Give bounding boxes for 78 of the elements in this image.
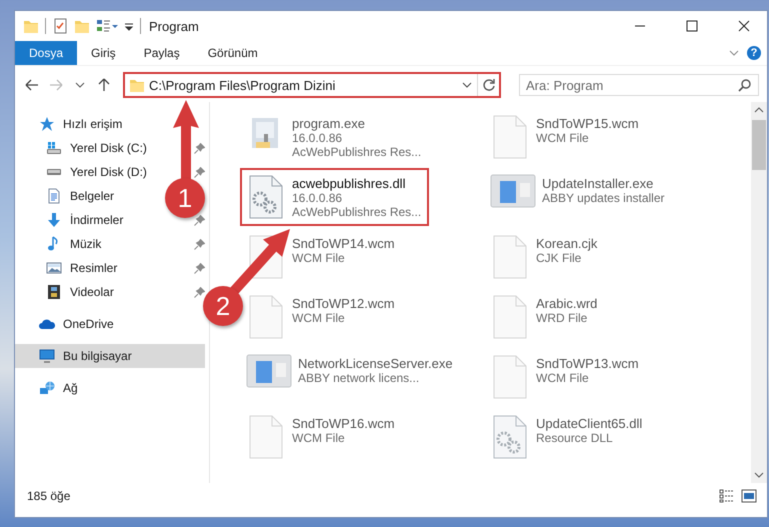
properties-icon[interactable] xyxy=(96,18,118,34)
ribbon-tab[interactable]: Paylaş xyxy=(130,41,194,65)
ribbon-tab[interactable]: Giriş xyxy=(77,41,130,65)
file-name[interactable]: SndToWP14.wcm xyxy=(292,236,395,251)
sidebar-item[interactable]: Hızlı erişim xyxy=(15,112,128,136)
file-detail: 16.0.0.86 xyxy=(292,191,344,205)
file-detail: WCM File xyxy=(536,371,590,385)
file-name[interactable]: program.exe xyxy=(292,116,422,131)
file-name[interactable]: UpdateInstaller.exe xyxy=(542,176,665,191)
document-icon xyxy=(46,188,62,204)
sidebar-item[interactable]: Ağ xyxy=(15,376,84,400)
file-detail: AcWebPublishres Res... xyxy=(292,145,422,159)
drive-icon xyxy=(46,140,62,156)
file-detail: WCM File xyxy=(536,131,590,145)
sidebar-item[interactable]: Belgeler xyxy=(15,184,120,208)
close-icon xyxy=(738,20,750,32)
sidebar-item[interactable]: Videolar xyxy=(15,280,120,304)
caret-icon[interactable] xyxy=(461,80,473,90)
file-name[interactable]: SndToWP12.wcm xyxy=(292,296,395,311)
address-bar[interactable]: C:\Program Files\Program Dizini xyxy=(123,72,501,98)
sidebar-item[interactable]: İndirmeler xyxy=(15,208,130,232)
help-button[interactable]: ? xyxy=(747,46,761,60)
file-name[interactable]: SndToWP16.wcm xyxy=(292,416,395,431)
file-detail: WRD File xyxy=(536,311,588,325)
file-detail: Resource DLL xyxy=(536,431,614,445)
file-name[interactable]: NetworkLicenseServer.exe xyxy=(298,356,453,371)
file-detail: ABBY updates installer xyxy=(542,191,665,205)
sidebar-item[interactable]: Bu bilgisayar xyxy=(15,344,205,368)
file-name[interactable]: Korean.cjk xyxy=(536,236,598,251)
back-arrow-icon xyxy=(24,77,40,93)
search-icon[interactable] xyxy=(738,78,752,92)
file-detail: 16.0.0.86 xyxy=(292,131,344,145)
film-icon xyxy=(46,284,62,300)
file-name[interactable]: SndToWP13.wcm xyxy=(536,356,639,371)
file-name[interactable]: UpdateClient65.dll xyxy=(536,416,642,431)
folder-icon xyxy=(23,18,39,34)
sidebar-item[interactable]: Yerel Disk (C:) xyxy=(15,136,153,160)
file-detail: CJK File xyxy=(536,251,582,265)
up-arrow-icon xyxy=(96,77,112,93)
sidebar-item[interactable]: Yerel Disk (D:) xyxy=(15,160,153,184)
file-detail: WCM File xyxy=(292,311,346,325)
refresh-icon xyxy=(482,78,496,92)
caret-icon xyxy=(75,82,85,88)
tiles-view-icon[interactable] xyxy=(741,489,757,503)
sidebar-item[interactable]: OneDrive xyxy=(15,312,120,336)
address-path: C:\Program Files\Program Dizini xyxy=(149,78,336,92)
scroll-up-icon[interactable] xyxy=(754,106,764,114)
sidebar-item[interactable]: Resimler xyxy=(15,256,124,280)
forward-arrow-icon xyxy=(48,77,64,93)
maximize-icon xyxy=(686,20,698,32)
checklist-icon[interactable] xyxy=(52,18,68,34)
drive-icon xyxy=(46,168,62,176)
file-name[interactable]: acwebpublishres.dll xyxy=(292,176,422,191)
file-detail: ABBY network licens... xyxy=(298,371,420,385)
sidebar-item[interactable]: Müzik xyxy=(15,232,108,256)
picture-icon xyxy=(46,260,62,276)
scrollbar[interactable] xyxy=(751,102,767,483)
computer-icon xyxy=(39,348,55,364)
file-name[interactable]: SndToWP15.wcm xyxy=(536,116,639,131)
network-icon xyxy=(39,380,55,396)
file-detail: WCM File xyxy=(292,251,346,265)
application-window-icon[interactable] xyxy=(490,174,536,208)
star-icon xyxy=(39,116,55,132)
window-title: Program xyxy=(149,18,200,34)
item-count: 185 öğe xyxy=(27,489,72,503)
file-name[interactable]: Arabic.wrd xyxy=(536,296,598,311)
application-window-icon[interactable] xyxy=(246,354,292,388)
search-field[interactable]: Ara: Program xyxy=(519,74,759,96)
chevron-icon[interactable] xyxy=(729,49,739,57)
download-arrow-icon xyxy=(46,212,62,228)
scroll-thumb[interactable] xyxy=(752,120,766,170)
scroll-down-icon[interactable] xyxy=(754,471,764,479)
details-view-icon[interactable] xyxy=(719,489,735,503)
file-detail: WCM File xyxy=(292,431,346,445)
folder-icon xyxy=(129,77,145,93)
ribbon-tab[interactable]: Görünüm xyxy=(194,41,272,65)
ribbon-tab[interactable]: Dosya xyxy=(15,41,78,65)
file-detail: AcWebPublishres Res... xyxy=(292,205,422,219)
